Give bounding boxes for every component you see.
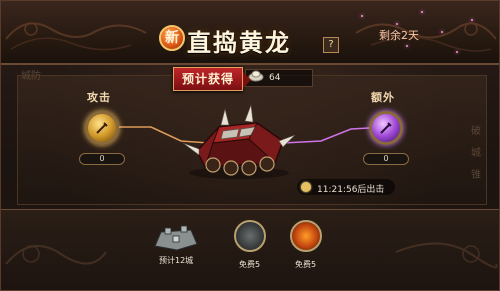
sparkle	[406, 45, 408, 47]
sparkle	[396, 23, 398, 25]
page-title: 直捣黄龙	[187, 28, 291, 57]
right-ornament	[355, 22, 497, 52]
sword-icon	[380, 122, 392, 134]
attack-label: 攻击	[87, 91, 111, 104]
attack-orb[interactable]	[85, 111, 119, 145]
attack-count: 0	[79, 153, 125, 165]
flame-cauldron-icon[interactable]	[290, 220, 322, 252]
left-ornament	[5, 22, 147, 51]
sparkle	[421, 11, 423, 13]
sword-icon	[96, 122, 108, 134]
defense-label: 城防	[21, 71, 41, 82]
ram-label: 破城锥	[471, 126, 481, 181]
free-count-label: 免费5	[239, 260, 261, 269]
city-wall-icon[interactable]	[151, 220, 201, 252]
left-bottom-ornament	[5, 245, 107, 265]
right-bottom-ornament	[395, 242, 498, 269]
stone-seal-icon[interactable]	[234, 220, 266, 252]
remaining-days: 剩余2天	[379, 29, 419, 42]
sparkle	[456, 51, 458, 53]
timer-text: 11:21:56后出击	[317, 185, 385, 195]
extra-count: 0	[363, 153, 409, 165]
header-bar: 新 直捣黄龙 ? 剩余2天	[1, 1, 499, 65]
war-chariot-icon	[182, 104, 296, 179]
extra-orb[interactable]	[369, 111, 403, 145]
estimate-value: 64	[269, 73, 281, 83]
city-estimate-label: 预计12城	[159, 256, 194, 265]
estimate-ribbon: 预计获得	[173, 67, 251, 91]
sparkle	[471, 19, 473, 21]
sparkle	[441, 31, 443, 33]
help-button[interactable]: ?	[323, 37, 339, 53]
clock-icon	[301, 182, 311, 192]
free-count-label: 免费5	[295, 260, 317, 269]
sparkle	[361, 15, 363, 17]
new-badge: 新	[159, 25, 185, 51]
extra-label: 额外	[371, 91, 395, 104]
game-event-panel: 新 直捣黄龙 ? 剩余2天 城防 破城锥 64 预计获得 攻击 0 额外 0 1…	[0, 0, 500, 291]
